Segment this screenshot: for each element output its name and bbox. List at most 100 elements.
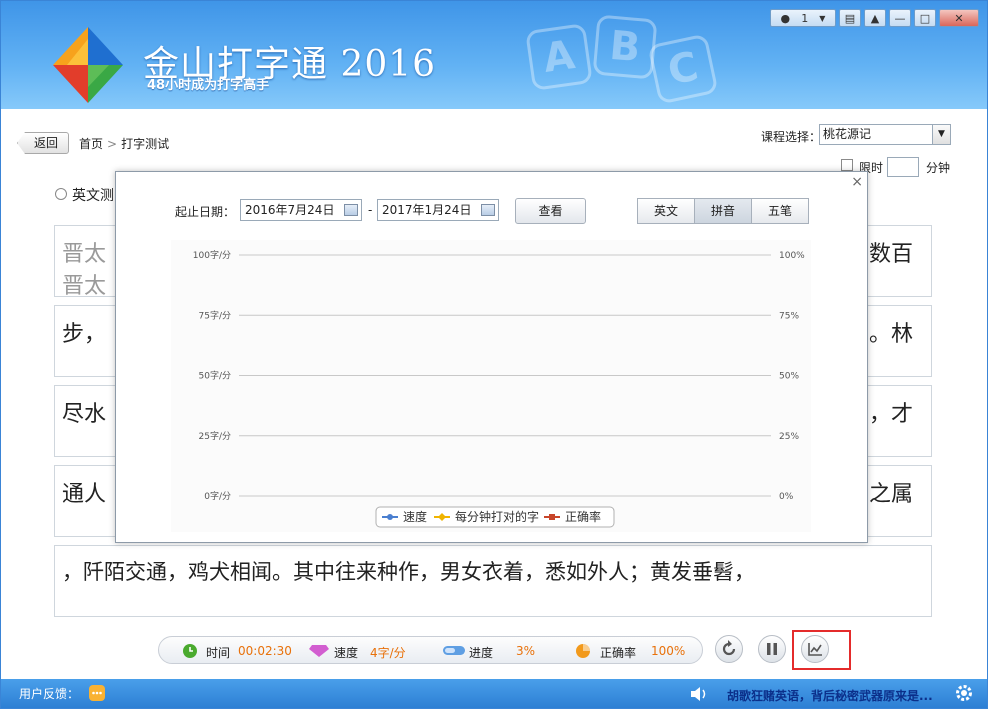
notes-button[interactable]: ▤ <box>839 9 861 27</box>
y-right-tick-label: 25% <box>779 432 799 442</box>
close-icon: ✕ <box>954 11 964 25</box>
legend-entry-label[interactable]: 速度 <box>403 509 427 524</box>
app-window: 金山打字通 2016 48小时成为打字高手 A B C ● 1 ▼ ▤ ▲ — … <box>0 0 988 709</box>
pause-icon <box>767 643 777 655</box>
start-date-value: 2016年7月24日 <box>245 203 335 217</box>
user-button[interactable]: ● 1 ▼ <box>770 9 836 27</box>
time-label: 时间 <box>206 646 231 660</box>
progress-icon <box>443 646 465 655</box>
document-icon: ▤ <box>844 11 856 25</box>
typing-line-5[interactable]: ，阡陌交通，鸡犬相闻。其中往来种作，男女衣着，悉如外人；黄发垂髫， <box>54 545 932 617</box>
input-method-tabs: 英文 拼音 五笔 <box>637 198 809 224</box>
user-icon: ● <box>780 11 791 25</box>
start-date-field[interactable]: 2016年7月24日 <box>240 199 362 221</box>
typing-line-input: 晋太 <box>62 274 107 299</box>
course-select[interactable]: 桃花源记 ▼ <box>819 124 951 145</box>
accuracy-value: 100% <box>651 644 686 658</box>
back-button[interactable]: 返回 <box>17 132 70 154</box>
legend-point-marker <box>387 514 393 520</box>
news-link[interactable]: 胡歌狂赌英语，背后秘密武器原来是... <box>727 687 933 704</box>
typing-line-text: 通人 <box>62 482 107 507</box>
y-right-tick-label: 50% <box>779 372 799 382</box>
app-slogan: 48小时成为打字高手 <box>147 78 270 93</box>
calendar-icon[interactable] <box>344 204 358 216</box>
title-bar: 金山打字通 2016 48小时成为打字高手 A B C ● 1 ▼ ▤ ▲ — … <box>1 1 987 109</box>
user-count: 1 <box>801 11 809 25</box>
y-left-tick-label: 0字/分 <box>204 490 231 502</box>
typing-line-text: 步， <box>62 322 107 347</box>
course-selected: 桃花源记 <box>823 127 872 141</box>
gear-icon[interactable] <box>954 683 974 703</box>
course-label: 课程选择： <box>761 130 822 144</box>
footer-bar: 用户反馈： 胡歌狂赌英语，背后秘密武器原来是... <box>1 679 987 708</box>
restart-button[interactable] <box>715 635 743 663</box>
speaker-icon[interactable] <box>691 686 709 702</box>
restart-icon <box>722 640 736 656</box>
window-controls: ● 1 ▼ ▤ ▲ — □ ✕ <box>770 9 979 29</box>
deco-block-b: B <box>592 14 658 80</box>
typing-line-text: 。林 <box>869 322 914 347</box>
status-bar: 时间 00:02:30 速度 4字/分 进度 3% 正确率 100% <box>158 636 703 664</box>
typing-line-text: 晋太 <box>62 242 107 267</box>
typing-line-text: 数百 <box>869 242 914 267</box>
time-limit-input[interactable] <box>887 157 919 177</box>
chart-background <box>171 240 811 532</box>
accuracy-label: 正确率 <box>600 646 637 660</box>
tab-wubi[interactable]: 五笔 <box>751 198 809 224</box>
dialog-close-icon[interactable]: × <box>851 174 863 190</box>
minimize-button[interactable]: — <box>889 9 911 27</box>
english-mode-radio[interactable] <box>55 188 67 200</box>
typing-line-text: 尽水 <box>62 402 107 427</box>
end-date-field[interactable]: 2017年1月24日 <box>377 199 499 221</box>
breadcrumb-current: 打字测试 <box>121 137 170 151</box>
chevron-down-icon: ▼ <box>819 13 826 23</box>
time-value: 00:02:30 <box>238 644 292 658</box>
minimize-icon: — <box>894 11 906 25</box>
speed-accuracy-chart: 100字/分 100% 75字/分 75% 50字/分 50% 25字/分 25% 0字/分 0%… <box>171 240 811 532</box>
progress-label: 进度 <box>469 646 494 660</box>
progress-value: 3% <box>516 644 536 658</box>
chat-icon[interactable] <box>89 685 105 701</box>
y-left-tick-label: 75字/分 <box>199 309 232 321</box>
english-mode-label: 英文测 <box>72 188 114 204</box>
close-button[interactable]: ✕ <box>939 9 979 27</box>
gem-icon <box>309 645 329 657</box>
deco-block-a: A <box>525 23 593 91</box>
typing-line-text: ，才 <box>869 402 914 427</box>
pause-button[interactable] <box>758 635 786 663</box>
app-logo-icon <box>53 27 123 103</box>
y-left-tick-label: 50字/分 <box>199 370 232 382</box>
speed-value: 4字/分 <box>370 646 406 660</box>
stats-dialog: × 起止日期： 2016年7月24日 - 2017年1月24日 查看 英文 拼音… <box>115 171 868 543</box>
pie-icon <box>576 644 590 658</box>
breadcrumb: 首页 > 打字测试 <box>79 135 169 152</box>
maximize-icon: □ <box>919 11 931 25</box>
typing-line-text: 之属 <box>869 482 914 507</box>
view-button[interactable]: 查看 <box>515 198 586 224</box>
clock-icon <box>183 644 197 658</box>
tab-english[interactable]: 英文 <box>637 198 695 224</box>
y-right-tick-label: 100% <box>779 251 805 261</box>
legend-entry-label[interactable]: 正确率 <box>565 509 601 524</box>
skin-button[interactable]: ▲ <box>864 9 886 27</box>
y-right-tick-label: 75% <box>779 311 799 321</box>
highlight-frame <box>792 630 851 670</box>
legend-point-marker <box>549 514 555 520</box>
deco-block-c: C <box>647 33 719 105</box>
end-date-value: 2017年1月24日 <box>382 203 472 217</box>
legend-entry-label[interactable]: 每分钟打对的字 <box>455 509 539 524</box>
date-range-dash: - <box>368 203 373 217</box>
feedback-label: 用户反馈： <box>19 687 80 701</box>
calendar-icon[interactable] <box>481 204 495 216</box>
time-limit-unit: 分钟 <box>926 161 951 175</box>
shirt-icon: ▲ <box>870 11 880 25</box>
typing-line-text: ，阡陌交通，鸡犬相闻。其中往来种作，男女衣着，悉如外人；黄发垂髫， <box>62 560 755 584</box>
y-left-tick-label: 100字/分 <box>193 249 231 261</box>
y-right-tick-label: 0% <box>779 492 794 502</box>
tab-pinyin[interactable]: 拼音 <box>694 198 752 224</box>
speed-label: 速度 <box>334 646 359 660</box>
breadcrumb-home[interactable]: 首页 <box>79 137 103 151</box>
y-left-tick-label: 25字/分 <box>199 430 232 442</box>
maximize-button[interactable]: □ <box>914 9 936 27</box>
time-limit-checkbox[interactable] <box>841 159 853 171</box>
